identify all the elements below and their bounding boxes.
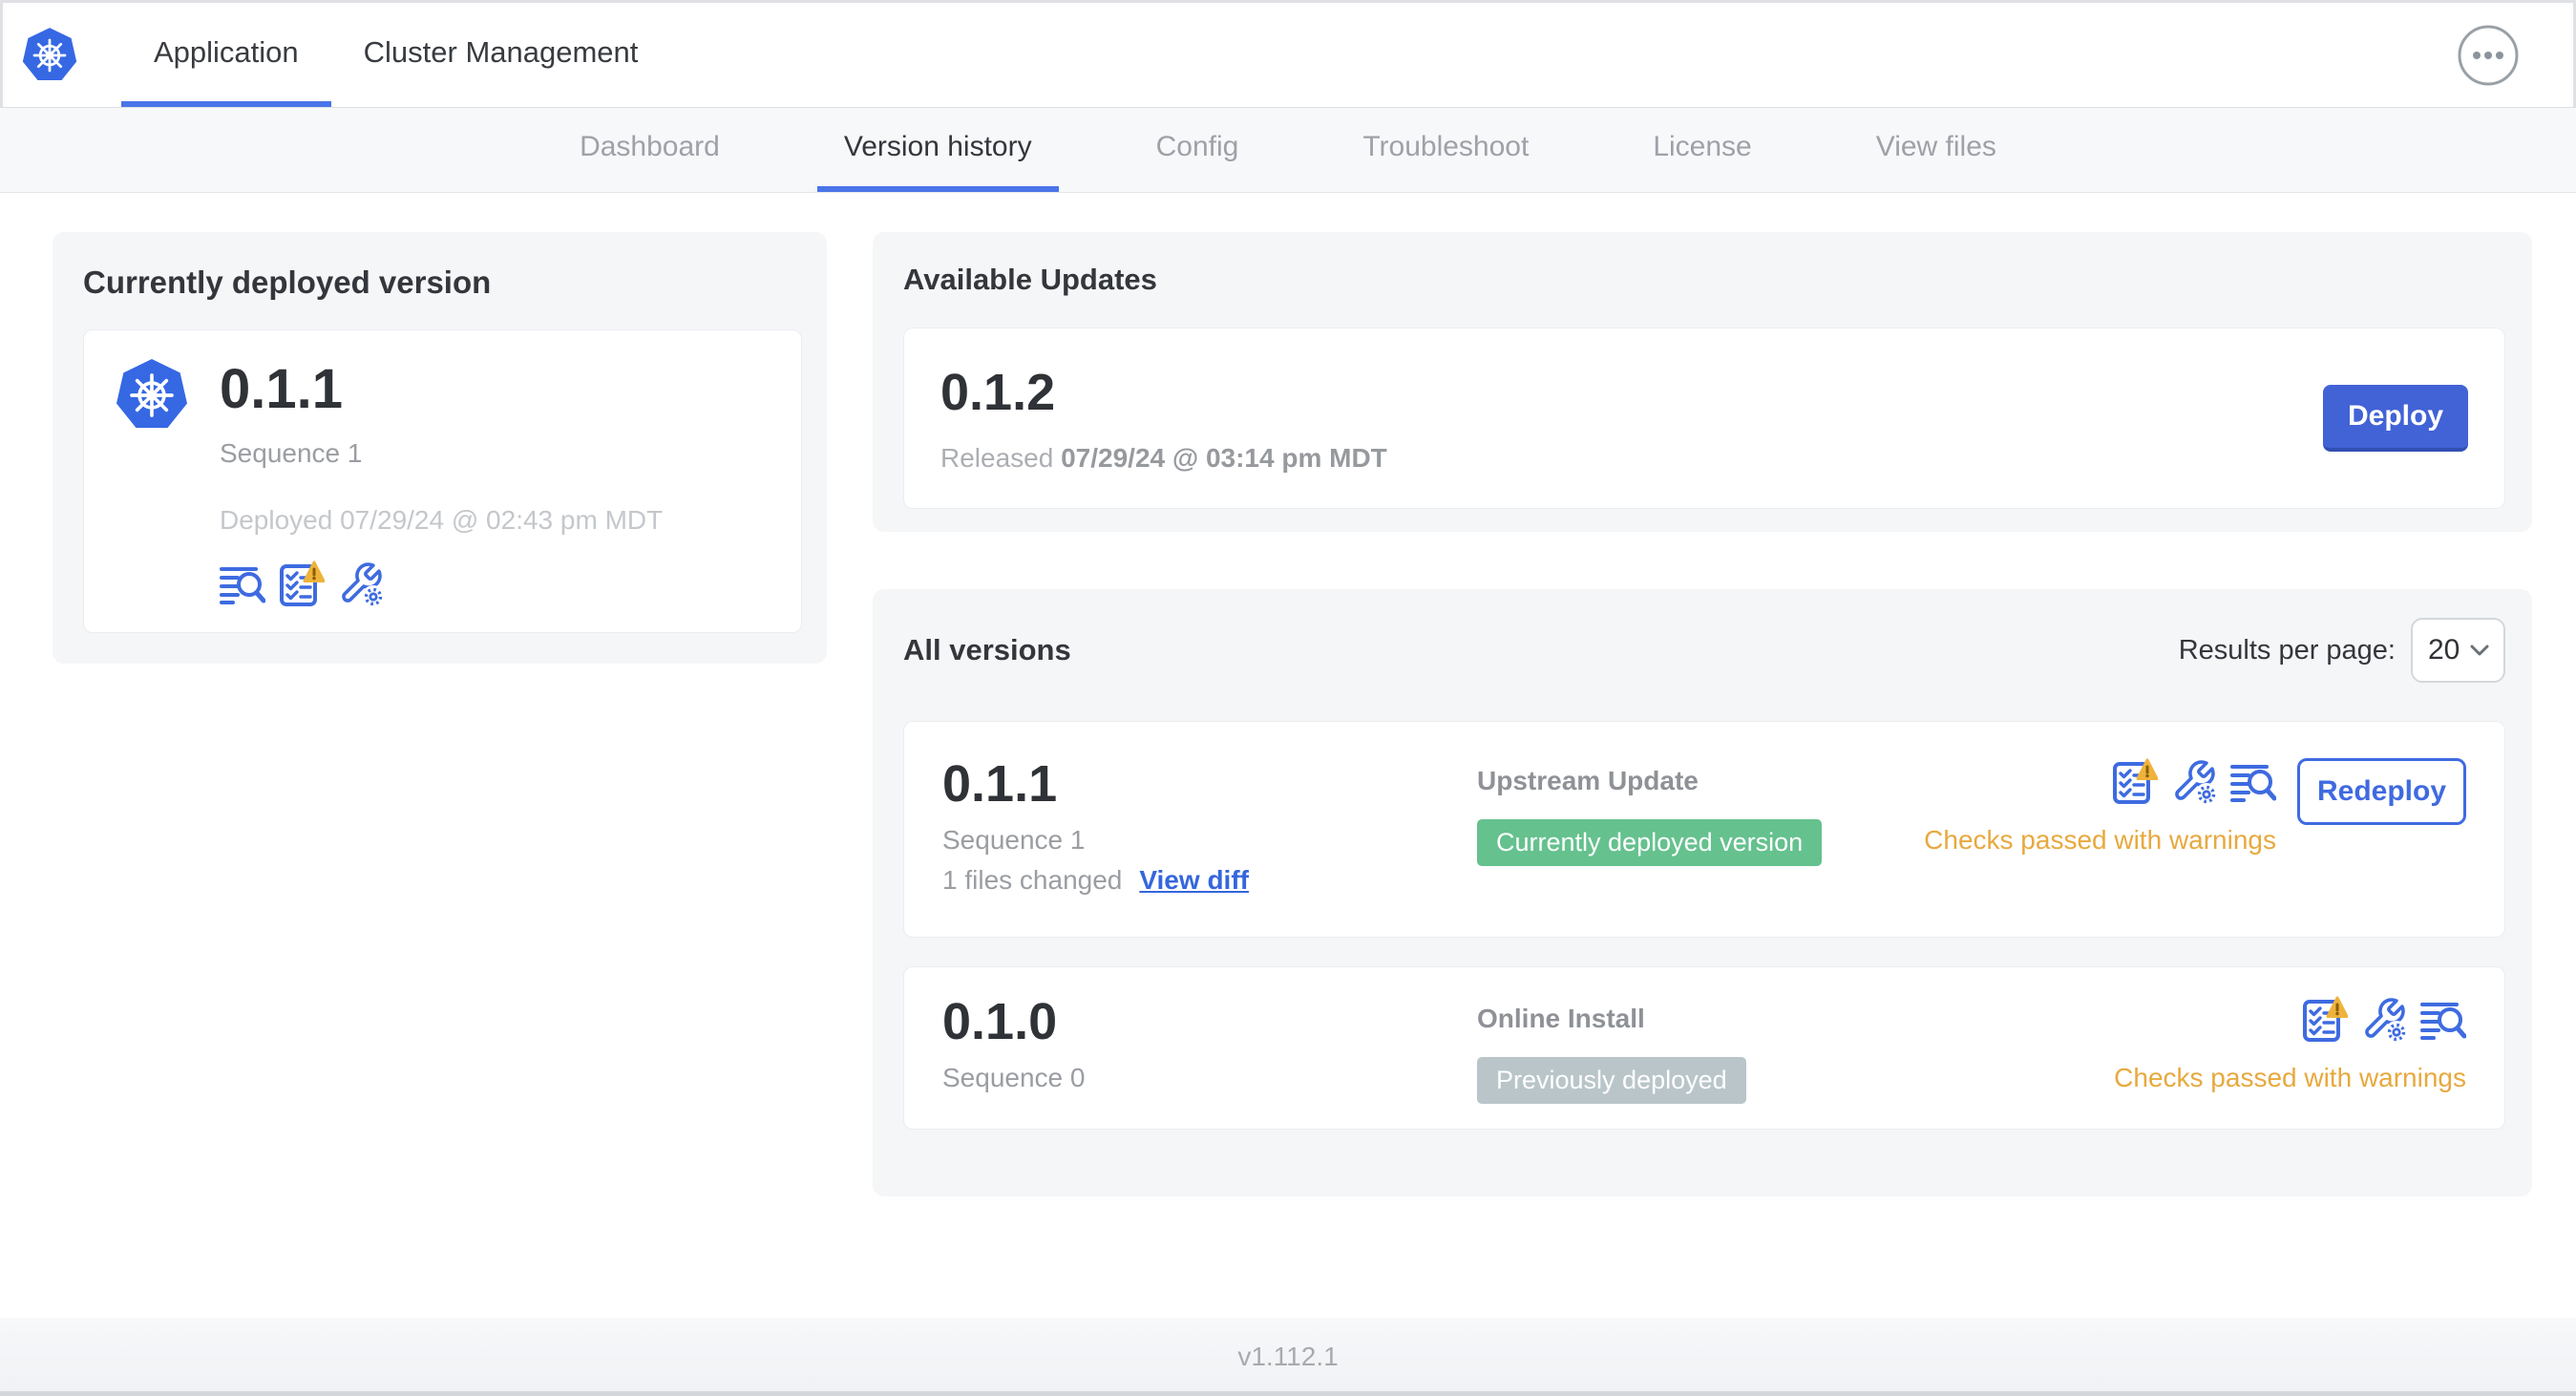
tab-application[interactable]: Application (121, 3, 331, 107)
redeploy-button[interactable]: Redeploy (2297, 758, 2466, 825)
current-version-number: 0.1.1 (220, 358, 343, 420)
tab-dashboard[interactable]: Dashboard (553, 108, 747, 192)
tab-config[interactable]: Config (1130, 108, 1266, 192)
logs-icon[interactable] (2230, 758, 2276, 804)
version-row: 0.1.0 Sequence 0 Online Install Previous… (903, 966, 2505, 1130)
console-version-text: v1.112.1 (1237, 1342, 1339, 1371)
row-sequence: Sequence 1 (942, 825, 1086, 855)
bottom-edge-strip (0, 1391, 2576, 1396)
available-update-row: 0.1.2 Released 07/29/24 @ 03:14 pm MDT D… (903, 328, 2505, 509)
tab-view-files[interactable]: View files (1849, 108, 2023, 192)
tab-cluster-management[interactable]: Cluster Management (331, 3, 671, 107)
ellipsis-icon[interactable] (2456, 23, 2521, 88)
currently-deployed-card: Currently deployed version 0.1.1 Sequenc… (53, 232, 827, 664)
available-updates-card: Available Updates 0.1.2 Released 07/29/2… (873, 232, 2532, 532)
files-changed-label: 1 files changed (942, 865, 1123, 895)
current-sequence: Sequence 1 (220, 437, 363, 468)
tab-version-history[interactable]: Version history (816, 108, 1059, 192)
config-icon[interactable] (2171, 758, 2217, 804)
row-version-number: 0.1.1 (942, 755, 1058, 813)
currently-deployed-title: Currently deployed version (83, 264, 492, 300)
all-versions-title: All versions (903, 633, 1071, 666)
row-version-number: 0.1.0 (942, 993, 1058, 1050)
row-source-label: Online Install (1477, 1004, 1645, 1033)
kubernetes-logo (20, 3, 79, 107)
results-per-page-select[interactable]: 20 (2411, 618, 2505, 683)
row-source-label: Upstream Update (1477, 766, 1699, 795)
all-versions-card: All versions Results per page: 20 0.1.1 … (873, 589, 2532, 1196)
results-per-page-label: Results per page: (2178, 634, 2396, 666)
results-per-page-value: 20 (2428, 634, 2460, 666)
tab-troubleshoot[interactable]: Troubleshoot (1336, 108, 1555, 192)
logs-icon[interactable] (220, 561, 265, 606)
view-diff-link[interactable]: View diff (1139, 865, 1249, 896)
status-badge: Currently deployed version (1477, 819, 1823, 866)
chevron-down-icon (2469, 643, 2490, 658)
current-deployed-timestamp: Deployed 07/29/24 @ 02:43 pm MDT (220, 504, 664, 535)
update-version-number: 0.1.2 (940, 364, 1056, 421)
currently-deployed-inner: 0.1.1 Sequence 1 Deployed 07/29/24 @ 02:… (83, 329, 802, 633)
app-tabs: Application Cluster Management (121, 3, 670, 107)
preflight-checks-warning-icon[interactable] (279, 561, 325, 606)
kubernetes-app-icon (113, 355, 191, 609)
tab-license[interactable]: License (1626, 108, 1778, 192)
footer: v1.112.1 (0, 1318, 2576, 1396)
checks-status-text: Checks passed with warnings (1924, 825, 2276, 855)
version-row: 0.1.1 Sequence 1 1 files changed View di… (903, 721, 2505, 938)
update-released-timestamp: Released 07/29/24 @ 03:14 pm MDT (940, 443, 1387, 473)
preflight-checks-warning-icon[interactable] (2302, 996, 2348, 1042)
config-icon[interactable] (2361, 996, 2407, 1042)
preflight-checks-warning-icon[interactable] (2112, 758, 2158, 804)
row-sequence: Sequence 0 (942, 1063, 1086, 1092)
deploy-button[interactable]: Deploy (2323, 385, 2468, 452)
app-header: Application Cluster Management (0, 0, 2576, 108)
available-updates-title: Available Updates (903, 263, 1157, 296)
status-badge: Previously deployed (1477, 1057, 1746, 1104)
config-icon[interactable] (338, 561, 384, 606)
subnav: Dashboard Version history Config Trouble… (0, 108, 2576, 193)
checks-status-text: Checks passed with warnings (2114, 1063, 2466, 1092)
logs-icon[interactable] (2420, 996, 2466, 1042)
